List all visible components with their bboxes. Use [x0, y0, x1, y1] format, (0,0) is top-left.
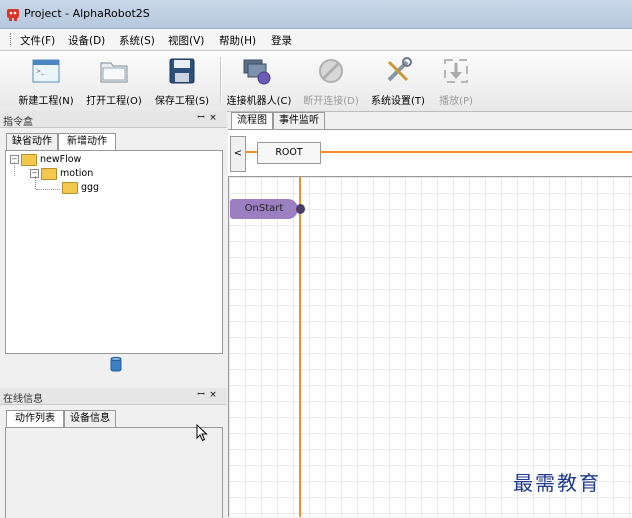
close-icon[interactable]: ×	[208, 390, 218, 401]
tree-item-motion[interactable]: − motion	[30, 167, 93, 181]
mouse-cursor-icon	[196, 424, 208, 442]
connect-robot-label: 连接机器人(C)	[226, 96, 292, 107]
command-box-title: 指令盒	[3, 117, 33, 128]
folder-open-icon	[100, 62, 128, 83]
menu-file[interactable]: 文件(F)	[20, 33, 55, 48]
download-play-icon	[444, 59, 468, 83]
menu-view[interactable]: 视图(V)	[168, 33, 204, 48]
new-project-label: 新建工程(N)	[18, 96, 74, 107]
onstart-node[interactable]: OnStart	[230, 199, 298, 219]
folder-icon	[62, 181, 78, 194]
action-tree: − newFlow − motion ggg	[5, 150, 223, 354]
save-project-button[interactable]: 保存工程(S)	[150, 51, 214, 109]
watermark: 最需教育	[513, 471, 601, 495]
back-arrow-button[interactable]: <	[230, 136, 246, 172]
tab-device-info[interactable]: 设备信息	[64, 410, 116, 427]
tree-item-newflow[interactable]: − newFlow	[10, 153, 81, 167]
robot-app-icon	[7, 9, 19, 21]
system-settings-label: 系统设置(T)	[371, 96, 425, 107]
tree-guide-line	[36, 189, 60, 191]
menu-help[interactable]: 帮助(H)	[219, 33, 256, 48]
menu-bar: 文件(F) 设备(D) 系统(S) 视图(V) 帮助(H) 登录	[0, 29, 632, 49]
play-button[interactable]: 播放(P)	[434, 51, 478, 109]
menu-grip	[10, 33, 13, 45]
command-box-header: 指令盒 ꟷ ×	[0, 111, 227, 128]
tab-flowchart[interactable]: 流程图	[231, 112, 273, 130]
connect-robot-icon	[243, 59, 271, 85]
online-info-title: 在线信息	[3, 394, 43, 405]
tree-item-label: ggg	[81, 182, 100, 193]
folder-icon	[41, 167, 57, 180]
node-output-port[interactable]	[296, 204, 305, 214]
recycle-bin-icon[interactable]	[109, 356, 123, 372]
play-label: 播放(P)	[439, 96, 473, 107]
tree-item-label: motion	[60, 168, 94, 179]
folder-icon	[21, 153, 37, 166]
open-project-label: 打开工程(O)	[86, 96, 142, 107]
tree-guide-line	[35, 176, 37, 189]
close-icon[interactable]: ×	[208, 113, 218, 124]
system-settings-button[interactable]: 系统设置(T)	[366, 51, 430, 109]
tab-new-actions[interactable]: 新增动作	[58, 133, 116, 151]
breadcrumb-connector	[245, 151, 257, 153]
open-project-button[interactable]: 打开工程(O)	[82, 51, 146, 109]
window-title: Project - AlphaRobot2S	[24, 7, 150, 20]
new-project-button[interactable]: >_ 新建工程(N)	[14, 51, 78, 109]
tree-item-label: newFlow	[40, 154, 82, 165]
disconnect-label: 断开连接(D)	[303, 96, 359, 107]
online-info-tabs: 动作列表 设备信息	[0, 410, 227, 428]
flow-timeline-line	[299, 177, 301, 517]
tab-default-actions[interactable]: 缺省动作	[6, 133, 58, 150]
online-info-panel: 在线信息 ꟷ × 动作列表 设备信息	[0, 388, 227, 518]
tree-item-ggg[interactable]: ggg	[62, 181, 99, 195]
save-icon	[169, 58, 195, 84]
pin-icon[interactable]: ꟷ	[196, 113, 206, 124]
menu-device[interactable]: 设备(D)	[68, 33, 105, 48]
disconnect-button[interactable]: 断开连接(D)	[298, 51, 364, 109]
command-box-tabs: 缺省动作 新增动作	[0, 133, 227, 151]
disconnect-icon	[319, 59, 343, 83]
connect-robot-button[interactable]: 连接机器人(C)	[224, 51, 294, 109]
flow-breadcrumb-bar: < ROOT	[228, 129, 632, 177]
editor-tabs: 流程图 事件监听	[228, 112, 632, 130]
menu-login[interactable]: 登录	[271, 33, 292, 48]
title-bar: Project - AlphaRobot2S	[0, 0, 632, 29]
svg-text:>_: >_	[36, 68, 45, 75]
menu-system[interactable]: 系统(S)	[119, 33, 155, 48]
toolbar-separator	[220, 57, 222, 103]
tree-guide-line	[14, 162, 16, 176]
toolbar: >_ 新建工程(N) 打开工程(O) 保存工程(S) 连接机器人(C) 断开连接…	[0, 50, 632, 112]
new-project-icon: >_	[32, 59, 60, 83]
flow-canvas[interactable]: OnStart 最需教育	[228, 177, 632, 517]
save-project-label: 保存工程(S)	[154, 96, 210, 107]
root-node[interactable]: ROOT	[257, 142, 321, 164]
wrench-screwdriver-icon	[387, 57, 412, 82]
tab-event-monitor[interactable]: 事件监听	[273, 112, 325, 129]
action-list-area	[5, 427, 223, 518]
tab-action-list[interactable]: 动作列表	[6, 410, 64, 428]
breadcrumb-line	[320, 151, 632, 153]
pin-icon[interactable]: ꟷ	[196, 390, 206, 401]
online-info-header: 在线信息 ꟷ ×	[0, 388, 227, 405]
